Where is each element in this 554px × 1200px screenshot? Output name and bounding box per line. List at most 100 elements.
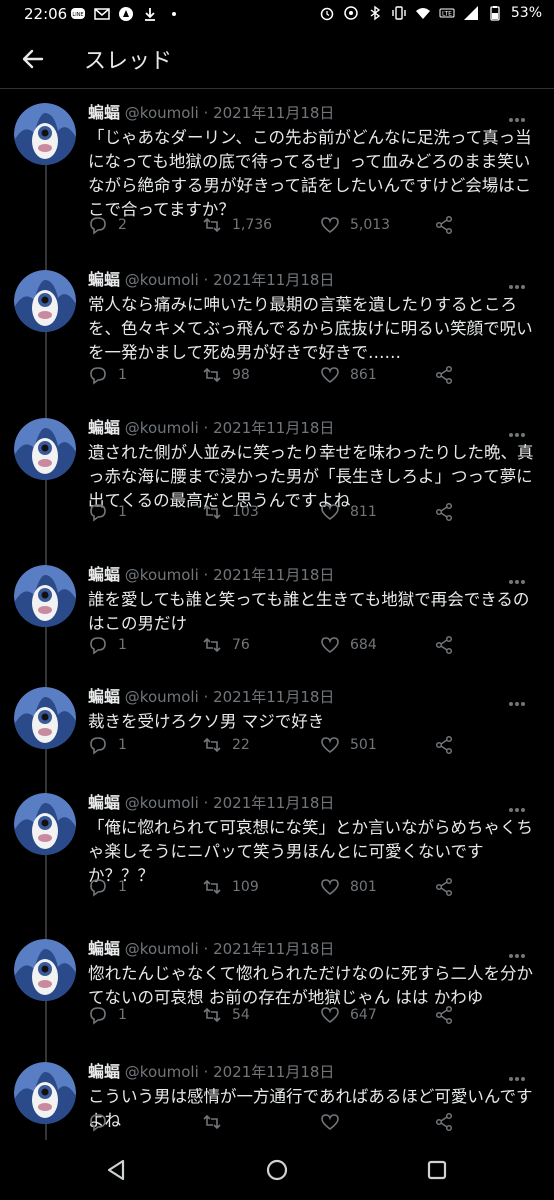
author-handle[interactable]: @koumoli bbox=[125, 419, 199, 437]
share-button[interactable] bbox=[434, 502, 454, 522]
share-icon bbox=[435, 635, 453, 655]
like-button[interactable]: 861 bbox=[320, 365, 377, 385]
share-button[interactable] bbox=[434, 635, 454, 655]
avatar-image bbox=[14, 418, 76, 480]
avatar-image bbox=[14, 565, 76, 627]
signal-icon bbox=[463, 6, 478, 20]
retweet-button[interactable]: 54 bbox=[202, 1005, 250, 1025]
like-button[interactable]: 5,013 bbox=[320, 215, 390, 235]
more-options-button[interactable] bbox=[508, 797, 528, 812]
tweet-text: 裁きを受けろクソ男 マジで好き bbox=[88, 712, 325, 731]
more-options-button[interactable] bbox=[508, 107, 528, 122]
reply-count: 1 bbox=[118, 879, 127, 895]
author-handle[interactable]: @koumoli bbox=[125, 1063, 199, 1081]
author-name[interactable]: 蝙蝠 bbox=[88, 1062, 120, 1081]
author-handle[interactable]: @koumoli bbox=[125, 940, 199, 958]
avatar[interactable] bbox=[14, 418, 76, 480]
back-triangle-icon[interactable] bbox=[104, 1158, 128, 1182]
share-button[interactable] bbox=[434, 1112, 454, 1132]
tweet-content: 蝙蝠 @koumoli · 2021年11月18日裁きを受けろクソ男 マジで好き bbox=[88, 687, 540, 734]
reply-button[interactable]: 2 bbox=[88, 215, 127, 235]
author-name[interactable]: 蝙蝠 bbox=[88, 687, 120, 706]
lte-icon: LTE bbox=[439, 8, 455, 18]
retweet-button[interactable]: 76 bbox=[202, 635, 250, 655]
tweet-date[interactable]: · 2021年11月18日 bbox=[204, 1063, 335, 1081]
author-name[interactable]: 蝙蝠 bbox=[88, 418, 120, 437]
reply-icon bbox=[90, 737, 106, 755]
retweet-icon bbox=[203, 504, 221, 520]
back-button[interactable] bbox=[14, 40, 52, 78]
tweet-date[interactable]: · 2021年11月18日 bbox=[204, 794, 335, 812]
more-options-button[interactable] bbox=[508, 422, 528, 437]
more-options-button[interactable] bbox=[508, 1066, 528, 1081]
tweet-date[interactable]: · 2021年11月18日 bbox=[204, 940, 335, 958]
retweet-button[interactable] bbox=[202, 1112, 232, 1132]
reply-icon bbox=[90, 367, 106, 385]
avatar[interactable] bbox=[14, 793, 76, 855]
author-name[interactable]: 蝙蝠 bbox=[88, 270, 120, 289]
more-options-button[interactable] bbox=[508, 691, 528, 706]
retweet-button[interactable]: 1,736 bbox=[202, 215, 272, 235]
share-icon bbox=[435, 1005, 453, 1025]
retweet-button[interactable]: 109 bbox=[202, 877, 259, 897]
share-button[interactable] bbox=[434, 365, 454, 385]
retweet-icon bbox=[203, 737, 221, 753]
author-name[interactable]: 蝙蝠 bbox=[88, 565, 120, 584]
share-button[interactable] bbox=[434, 1005, 454, 1025]
reply-button[interactable]: 1 bbox=[88, 502, 127, 522]
like-button[interactable]: 501 bbox=[320, 735, 377, 755]
author-handle[interactable]: @koumoli bbox=[125, 688, 199, 706]
share-icon bbox=[435, 365, 453, 385]
tweet-date[interactable]: · 2021年11月18日 bbox=[204, 566, 335, 584]
avatar[interactable] bbox=[14, 939, 76, 1001]
tweet-content: 蝙蝠 @koumoli · 2021年11月18日 惚れたんじゃなくて惚れられただ… bbox=[88, 939, 540, 1010]
more-dot-icon bbox=[509, 285, 513, 289]
share-button[interactable] bbox=[434, 215, 454, 235]
home-circle-icon[interactable] bbox=[265, 1158, 289, 1182]
page-title: スレッド bbox=[84, 49, 173, 74]
reply-button[interactable]: 1 bbox=[88, 735, 127, 755]
share-button[interactable] bbox=[434, 735, 454, 755]
author-handle[interactable]: @koumoli bbox=[125, 271, 199, 289]
like-button[interactable]: 684 bbox=[320, 635, 377, 655]
tweet-date[interactable]: · 2021年11月18日 bbox=[204, 688, 335, 706]
thread-feed[interactable]: 蝙蝠 @koumoli · 2021年11月18日 「じゃあなダーリン、この先お前… bbox=[0, 89, 554, 1160]
share-icon bbox=[435, 735, 453, 755]
author-name[interactable]: 蝙蝠 bbox=[88, 793, 120, 812]
tweet-date[interactable]: · 2021年11月18日 bbox=[204, 419, 335, 437]
like-button[interactable]: 811 bbox=[320, 502, 377, 522]
download-icon bbox=[145, 8, 155, 21]
like-button[interactable]: 647 bbox=[320, 1005, 377, 1025]
more-options-button[interactable] bbox=[508, 569, 528, 584]
reply-button[interactable]: 1 bbox=[88, 365, 127, 385]
recents-square-icon[interactable] bbox=[425, 1158, 449, 1182]
author-handle[interactable]: @koumoli bbox=[125, 566, 199, 584]
reply-button[interactable]: 1 bbox=[88, 635, 127, 655]
avatar[interactable] bbox=[14, 565, 76, 627]
author-name[interactable]: 蝙蝠 bbox=[88, 103, 120, 122]
tweet-header: 蝙蝠 @koumoli · 2021年11月18日 bbox=[88, 939, 540, 959]
more-dot-icon bbox=[515, 954, 519, 958]
share-button[interactable] bbox=[434, 877, 454, 897]
retweet-button[interactable]: 98 bbox=[202, 365, 250, 385]
author-name[interactable]: 蝙蝠 bbox=[88, 939, 120, 958]
reply-button[interactable]: 1 bbox=[88, 877, 127, 897]
avatar[interactable] bbox=[14, 687, 76, 749]
avatar[interactable] bbox=[14, 103, 76, 165]
author-handle[interactable]: @koumoli bbox=[125, 104, 199, 122]
like-button[interactable]: 801 bbox=[320, 877, 377, 897]
like-count: 811 bbox=[350, 504, 377, 520]
tweet-date[interactable]: · 2021年11月18日 bbox=[204, 104, 335, 122]
author-handle[interactable]: @koumoli bbox=[125, 794, 199, 812]
more-options-button[interactable] bbox=[508, 943, 528, 958]
tweet-date[interactable]: · 2021年11月18日 bbox=[204, 271, 335, 289]
reply-button[interactable] bbox=[88, 1112, 118, 1132]
more-options-button[interactable] bbox=[508, 274, 528, 289]
avatar[interactable] bbox=[14, 270, 76, 332]
like-button[interactable] bbox=[320, 1112, 350, 1132]
retweet-button[interactable]: 103 bbox=[202, 502, 259, 522]
reply-button[interactable]: 1 bbox=[88, 1005, 127, 1025]
retweet-button[interactable]: 22 bbox=[202, 735, 250, 755]
avatar[interactable] bbox=[14, 1062, 76, 1124]
avatar-image bbox=[14, 687, 76, 749]
